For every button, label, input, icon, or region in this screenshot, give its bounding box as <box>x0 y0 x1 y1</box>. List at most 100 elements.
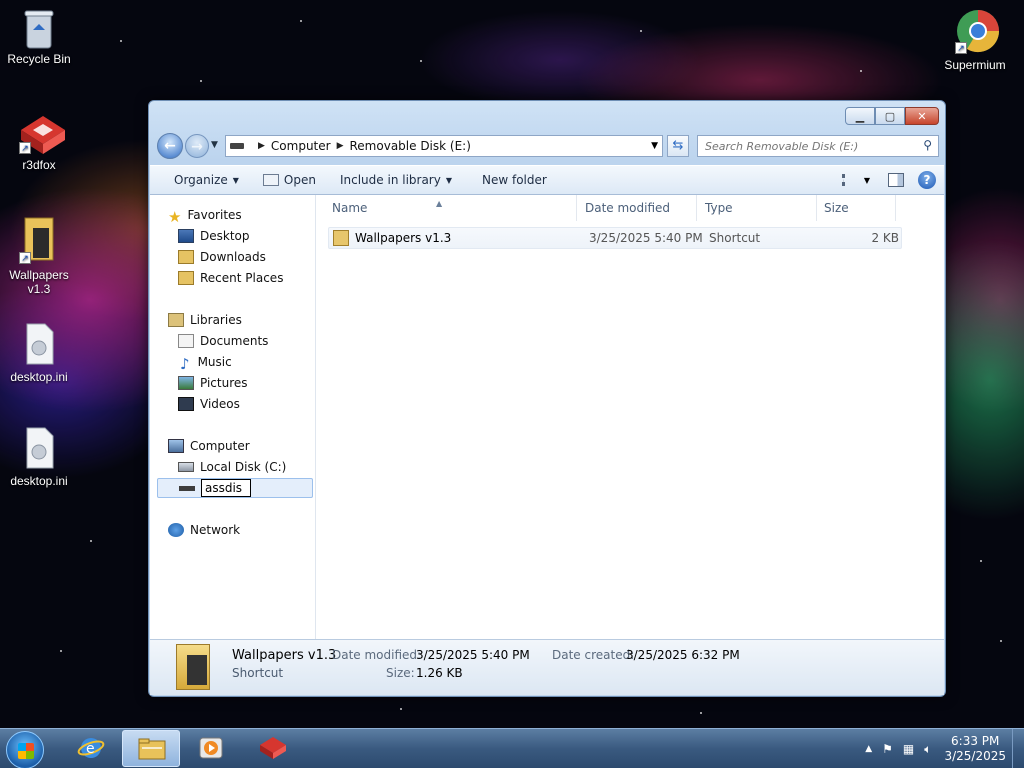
forward-arrow-icon: → <box>191 139 203 155</box>
libraries-icon <box>168 313 184 327</box>
navigation-bar: ← → ▼ ▶ Computer ▶ Removable Disk (E:) ▼… <box>157 133 939 159</box>
recent-pages-dropdown[interactable]: ▼ <box>211 140 218 150</box>
taskbar: e ▲ ⚑ ▦ 🔈︎ 6:33 PM 3/25/2025 <box>0 728 1024 768</box>
breadcrumb-removable-disk[interactable]: Removable Disk (E:) <box>350 139 471 153</box>
column-header-type[interactable]: Type <box>697 195 817 221</box>
start-button[interactable] <box>6 731 44 768</box>
nav-network[interactable]: Network <box>168 520 240 540</box>
desktop-icon-desktop-ini-2[interactable]: desktop.ini <box>3 426 75 488</box>
taskbar-explorer[interactable] <box>122 730 180 767</box>
search-icon[interactable]: ⚲ <box>923 138 932 152</box>
nav-label: Favorites <box>187 208 242 222</box>
details-pane: Wallpapers v1.3 Shortcut Date modified: … <box>150 639 944 695</box>
file-date: 3/25/2025 5:40 PM <box>589 231 703 245</box>
new-folder-button[interactable]: New folder <box>464 173 559 187</box>
desktop-icon-supermium[interactable]: ↗ Supermium <box>939 8 1011 72</box>
desktop-icon-recycle-bin[interactable]: Recycle Bin <box>3 8 75 66</box>
back-button[interactable]: ← <box>157 133 183 159</box>
nav-label: Videos <box>200 397 240 411</box>
address-dropdown-icon[interactable]: ▼ <box>651 141 658 151</box>
include-in-library-button[interactable]: Include in library ▼ <box>328 173 464 187</box>
desktop-icon-label: Supermium <box>944 58 1006 72</box>
breadcrumb-computer[interactable]: Computer <box>271 139 331 153</box>
details-date-modified: 3/25/2025 5:40 PM <box>416 648 530 662</box>
nav-removable-disk-renaming[interactable] <box>157 478 313 498</box>
forward-button[interactable]: → <box>185 134 209 158</box>
music-icon: ♪ <box>180 355 190 373</box>
action-center-flag-icon[interactable]: ⚑ <box>882 742 893 756</box>
pictures-icon <box>178 376 194 390</box>
breadcrumb-chevron-icon[interactable]: ▶ <box>258 141 265 151</box>
desktop-icon-r3dfox[interactable]: ↗ r3dfox <box>3 114 75 172</box>
column-label: Size <box>824 201 849 215</box>
address-bar[interactable]: ▶ Computer ▶ Removable Disk (E:) ▼ <box>225 135 663 157</box>
shortcut-arrow-icon: ↗ <box>19 252 31 264</box>
shortcut-arrow-icon: ↗ <box>19 142 31 154</box>
taskbar-media-player[interactable] <box>182 730 240 767</box>
desktop-icon <box>178 229 194 243</box>
column-label: Type <box>705 201 733 215</box>
explorer-window[interactable]: ▁ ▢ ✕ ← → ▼ ▶ Computer ▶ Removable Disk … <box>148 100 946 697</box>
nav-local-disk[interactable]: Local Disk (C:) <box>178 457 286 477</box>
nav-label: Downloads <box>200 250 266 264</box>
documents-icon <box>178 334 194 348</box>
chevron-down-icon: ▼ <box>445 175 452 185</box>
nav-downloads[interactable]: Downloads <box>178 247 266 267</box>
nav-music[interactable]: ♪ Music <box>178 352 232 373</box>
chevron-down-icon: ▼ <box>232 175 239 185</box>
column-header-name[interactable]: ▲ Name <box>316 195 577 221</box>
nav-favorites[interactable]: ★ Favorites <box>168 205 242 226</box>
desktop-icon-wallpapers[interactable]: ↗ Wallpapers v1.3 <box>3 214 75 296</box>
desktop-icon-label: desktop.ini <box>10 370 68 384</box>
minimize-button[interactable]: ▁ <box>845 107 875 125</box>
maximize-button[interactable]: ▢ <box>875 107 905 125</box>
nav-label: Network <box>190 523 241 537</box>
details-size: 1.26 KB <box>416 666 463 680</box>
nav-libraries[interactable]: Libraries <box>168 310 242 330</box>
desktop-icon-desktop-ini-1[interactable]: desktop.ini <box>3 322 75 384</box>
nav-documents[interactable]: Documents <box>178 331 268 351</box>
show-hidden-icons-button[interactable]: ▲ <box>865 744 872 754</box>
rename-input[interactable] <box>201 479 251 497</box>
view-dropdown-icon[interactable]: ▼ <box>864 176 870 185</box>
r3dfox-icon <box>260 737 286 759</box>
nav-label: Pictures <box>200 376 248 390</box>
refresh-icon: ⇆ <box>672 138 684 153</box>
column-header-date[interactable]: Date modified <box>577 195 697 221</box>
taskbar-ie[interactable]: e <box>62 730 120 767</box>
breadcrumb-chevron-icon[interactable]: ▶ <box>337 141 344 151</box>
taskbar-r3dfox[interactable] <box>244 730 302 767</box>
nav-computer[interactable]: Computer <box>168 436 250 456</box>
column-header-size[interactable]: Size <box>817 195 896 221</box>
organize-button[interactable]: Organize ▼ <box>150 173 251 187</box>
change-view-icon[interactable] <box>841 174 858 186</box>
nav-recent-places[interactable]: Recent Places <box>178 268 283 288</box>
show-desktop-button[interactable] <box>1012 729 1024 768</box>
svg-text:e: e <box>86 741 95 757</box>
nav-videos[interactable]: Videos <box>178 394 240 414</box>
nav-label: Music <box>197 355 232 369</box>
nav-label: Computer <box>190 439 250 453</box>
details-date-created: 3/25/2025 6:32 PM <box>626 648 740 662</box>
help-icon[interactable]: ? <box>918 171 936 189</box>
command-bar: Organize ▼ Open Include in library ▼ New f… <box>150 165 944 195</box>
preview-pane-icon[interactable] <box>888 173 904 187</box>
nav-desktop[interactable]: Desktop <box>178 226 250 246</box>
supermium-icon: ↗ <box>955 8 1000 54</box>
file-list[interactable]: ▲ Name Date modified Type Size Wallpaper… <box>316 195 944 639</box>
open-button[interactable]: Open <box>251 173 328 187</box>
file-type: Shortcut <box>709 231 761 245</box>
volume-icon[interactable]: 🔈︎ <box>924 742 931 757</box>
search-input[interactable] <box>698 136 908 156</box>
network-status-icon[interactable]: ▦ <box>903 742 914 756</box>
settings-file-icon <box>19 426 59 470</box>
nav-pictures[interactable]: Pictures <box>178 373 248 393</box>
videos-icon <box>178 397 194 411</box>
file-size: 2 KB <box>871 231 899 245</box>
file-row[interactable]: Wallpapers v1.3 3/25/2025 5:40 PM Shortc… <box>328 227 902 249</box>
nav-label: Documents <box>200 334 269 348</box>
clock[interactable]: 6:33 PM 3/25/2025 <box>944 734 1006 764</box>
search-box[interactable]: ⚲ <box>697 135 939 157</box>
close-button[interactable]: ✕ <box>905 107 939 125</box>
refresh-button[interactable]: ⇆ <box>667 135 689 157</box>
